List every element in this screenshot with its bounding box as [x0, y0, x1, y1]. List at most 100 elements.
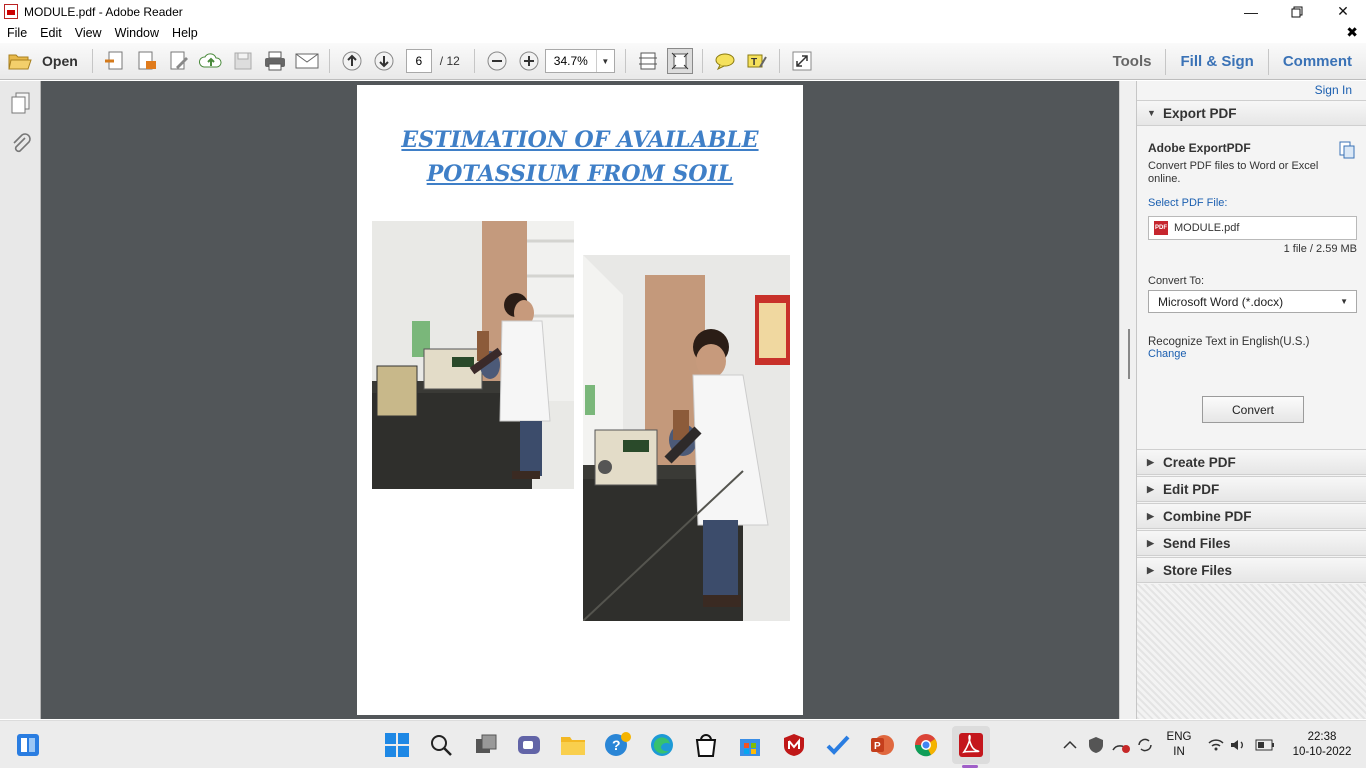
- service-name: Adobe ExportPDF: [1148, 141, 1251, 155]
- service-description: Convert PDF files to Word or Excel onlin…: [1148, 160, 1319, 185]
- fit-page-icon[interactable]: [666, 48, 693, 74]
- export-pdf-section-header[interactable]: ▼ Export PDF: [1137, 100, 1366, 126]
- adobe-reader-taskbar-icon[interactable]: [952, 726, 990, 764]
- volume-icon[interactable]: [1227, 730, 1249, 760]
- convert-format-select[interactable]: Microsoft Word (*.docx) ▼: [1148, 290, 1357, 313]
- export-pdf-label: Export PDF: [1163, 105, 1237, 121]
- next-page-icon[interactable]: [371, 48, 397, 74]
- task-view-icon[interactable]: [471, 730, 501, 760]
- panel-splitter[interactable]: [1119, 81, 1136, 719]
- help-icon[interactable]: ?: [603, 730, 633, 760]
- chevron-down-icon[interactable]: ▼: [595, 50, 614, 72]
- edit-pdf-label: Edit PDF: [1163, 481, 1220, 497]
- print-icon[interactable]: [262, 48, 288, 74]
- email-icon[interactable]: [294, 48, 320, 74]
- comment-button[interactable]: Comment: [1269, 43, 1366, 80]
- microsoft-store-icon[interactable]: [735, 730, 765, 760]
- zoom-in-icon[interactable]: [516, 48, 542, 74]
- menu-view[interactable]: View: [68, 26, 108, 40]
- page-thumbnails-icon[interactable]: [10, 91, 32, 115]
- convert-button[interactable]: Convert: [1202, 396, 1304, 423]
- language-code: ENG: [1166, 731, 1192, 743]
- wifi-icon[interactable]: [1205, 730, 1227, 760]
- convert-to-label: Convert To:: [1148, 275, 1205, 287]
- title-line-2: POTASSIUM FROM SOIL: [426, 161, 734, 187]
- tools-panel: Sign In ▼ Export PDF Adobe ExportPDF Con…: [1136, 81, 1366, 719]
- edit-pdf-icon[interactable]: [166, 48, 192, 74]
- battery-icon[interactable]: [1253, 730, 1277, 760]
- menu-file[interactable]: File: [0, 26, 33, 40]
- open-button[interactable]: Open: [8, 47, 78, 75]
- folder-icon: [8, 54, 32, 70]
- widgets-icon[interactable]: [13, 730, 43, 760]
- network-warning-icon[interactable]: [1110, 730, 1132, 760]
- tools-button[interactable]: Tools: [1099, 43, 1166, 80]
- zoom-select[interactable]: 34.7% ▼: [544, 49, 615, 73]
- edge-browser-icon[interactable]: [647, 730, 677, 760]
- svg-text:P: P: [874, 741, 881, 752]
- select-file-label: Select PDF File:: [1148, 197, 1228, 209]
- close-document-icon[interactable]: ✖: [1346, 24, 1358, 41]
- edit-pdf-section-header[interactable]: ▶ Edit PDF: [1137, 476, 1366, 502]
- mcafee-tray-icon[interactable]: [1085, 730, 1107, 760]
- taskbar: ? P ENG IN 22:38 10-10-2022: [0, 720, 1366, 768]
- minimize-button[interactable]: —: [1228, 0, 1274, 23]
- teams-chat-icon[interactable]: [514, 730, 544, 760]
- change-language-link[interactable]: Change: [1148, 348, 1187, 360]
- powerpoint-icon[interactable]: P: [867, 730, 897, 760]
- export-pdf-icon[interactable]: [134, 48, 160, 74]
- send-files-section-header[interactable]: ▶ Send Files: [1137, 530, 1366, 556]
- sign-in-link[interactable]: Sign In: [1315, 83, 1352, 97]
- page-number-input[interactable]: 6: [405, 49, 432, 73]
- store-bag-icon[interactable]: [691, 730, 721, 760]
- file-name: MODULE.pdf: [1174, 222, 1240, 234]
- create-pdf-icon[interactable]: [102, 48, 128, 74]
- full-screen-icon[interactable]: [789, 48, 815, 74]
- toolbar: Open 6 / 12 34.7% ▼ T Tools Fill & Sign …: [0, 43, 1366, 80]
- file-explorer-icon[interactable]: [558, 730, 588, 760]
- document-title: ESTIMATION OF AVAILABLE POTASSIUM FROM S…: [357, 123, 803, 191]
- document-viewer[interactable]: ESTIMATION OF AVAILABLE POTASSIUM FROM S…: [41, 81, 1119, 719]
- mcafee-icon[interactable]: [779, 730, 809, 760]
- store-files-section-header[interactable]: ▶ Store Files: [1137, 557, 1366, 583]
- title-line-1: ESTIMATION OF AVAILABLE: [401, 127, 759, 153]
- fill-sign-button[interactable]: Fill & Sign: [1166, 43, 1267, 80]
- recognize-text-label: Recognize Text in English(U.S.): [1148, 336, 1310, 348]
- create-pdf-label: Create PDF: [1163, 454, 1236, 470]
- close-button[interactable]: ✕: [1320, 0, 1366, 23]
- triangle-right-icon: ▶: [1147, 564, 1154, 575]
- menu-help[interactable]: Help: [165, 26, 204, 40]
- combine-pdf-section-header[interactable]: ▶ Combine PDF: [1137, 503, 1366, 529]
- triangle-right-icon: ▶: [1147, 456, 1154, 467]
- splitter-handle[interactable]: [1128, 329, 1130, 379]
- adobe-reader-icon: [4, 4, 18, 19]
- show-hidden-icons-chevron[interactable]: [1060, 730, 1080, 760]
- sticky-note-icon[interactable]: [712, 48, 738, 74]
- menu-edit[interactable]: Edit: [33, 26, 68, 40]
- save-icon[interactable]: [230, 48, 256, 74]
- search-icon[interactable]: [426, 730, 456, 760]
- window-title: MODULE.pdf - Adobe Reader: [24, 4, 183, 19]
- upload-cloud-icon[interactable]: [198, 48, 224, 74]
- title-bar: MODULE.pdf - Adobe Reader — ✕: [0, 0, 1366, 23]
- selected-file-field[interactable]: PDF MODULE.pdf: [1148, 216, 1357, 240]
- todo-checkmark-icon[interactable]: [823, 730, 853, 760]
- language-indicator[interactable]: ENG IN: [1164, 730, 1194, 760]
- zoom-out-icon[interactable]: [484, 48, 510, 74]
- clock[interactable]: 22:38 10-10-2022: [1283, 730, 1361, 760]
- create-pdf-section-header[interactable]: ▶ Create PDF: [1137, 449, 1366, 475]
- attachments-icon[interactable]: [10, 133, 32, 157]
- start-icon[interactable]: [382, 730, 412, 760]
- triangle-right-icon: ▶: [1147, 483, 1154, 494]
- previous-page-icon[interactable]: [339, 48, 365, 74]
- restore-button[interactable]: [1274, 0, 1320, 23]
- chrome-icon[interactable]: [911, 730, 941, 760]
- menu-window[interactable]: Window: [108, 26, 165, 40]
- clock-time: 22:38: [1307, 731, 1337, 743]
- pdf-file-icon: PDF: [1154, 221, 1168, 235]
- clock-date: 10-10-2022: [1292, 746, 1352, 758]
- fit-width-icon[interactable]: [635, 48, 661, 74]
- highlight-text-icon[interactable]: T: [744, 48, 770, 74]
- open-label: Open: [42, 53, 78, 69]
- sync-icon[interactable]: [1134, 730, 1156, 760]
